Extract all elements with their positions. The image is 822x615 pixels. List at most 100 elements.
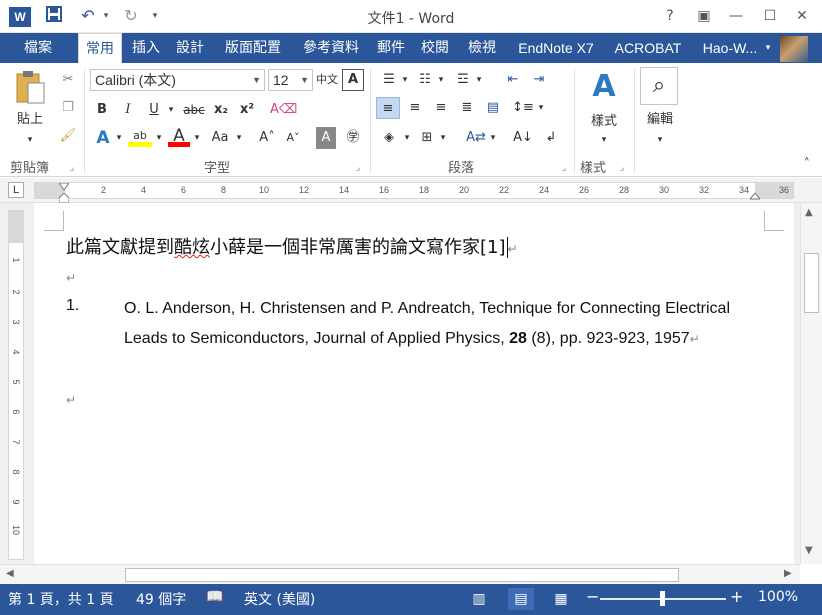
paste-button[interactable]: 貼上 [10,109,50,131]
vertical-scrollbar[interactable]: ▲ ▼ [800,203,822,564]
show-hide-marks-icon[interactable]: ↲ [540,127,562,149]
tab-mailings[interactable]: 郵件 [370,33,412,63]
proofing-icon[interactable]: 📖 [206,589,223,605]
zoom-slider-knob[interactable] [660,591,665,606]
first-line-indent-marker[interactable] [58,180,70,191]
page-count[interactable]: 第 1 頁，共 1 頁 [8,589,114,609]
scroll-up-icon[interactable]: ▲ [805,207,813,218]
text-effects-dropdown-icon[interactable]: ▾ [114,127,124,149]
font-color-icon[interactable]: A [168,125,190,147]
print-layout-icon[interactable]: ▤ [508,588,534,610]
align-right-icon[interactable]: ≡ [430,97,452,119]
user-name[interactable]: Hao-W... [692,33,768,63]
vertical-scroll-thumb[interactable] [804,253,819,313]
phonetic-guide-icon[interactable]: 中文 [316,69,338,91]
binoculars-icon[interactable]: ⌕ [640,67,678,105]
horizontal-scroll-thumb[interactable] [125,568,679,582]
italic-icon[interactable]: I [118,99,138,121]
font-size-select[interactable]: 12 ▼ [268,69,313,91]
superscript-icon[interactable]: x² [236,99,258,121]
asian-layout-icon[interactable]: A⇄ [464,127,488,149]
change-case-icon[interactable]: Aa [208,127,232,149]
numbering-dropdown-icon[interactable]: ▾ [436,69,446,91]
multilevel-list-icon[interactable]: ☲ [452,69,474,91]
shrink-font-icon[interactable]: A˅ [282,127,304,149]
zoom-level[interactable]: 100% [758,589,798,605]
user-dropdown-icon[interactable]: ▾ [762,33,774,63]
right-indent-marker[interactable] [748,192,762,202]
grow-font-icon[interactable]: A˄ [256,127,278,149]
web-layout-icon[interactable]: ▦ [548,588,574,610]
hanging-indent-marker[interactable] [58,192,70,204]
styles-icon[interactable]: A [584,69,624,109]
tab-endnote[interactable]: EndNote X7 [508,33,604,63]
avatar[interactable] [780,36,808,62]
character-border-icon[interactable]: A [342,69,364,91]
strikethrough-icon[interactable]: abc [180,99,208,121]
reference-entry[interactable]: O. L. Anderson, H. Christensen and P. An… [124,294,764,354]
clear-formatting-icon[interactable]: A⌫ [270,99,297,121]
spelling-error-text[interactable]: 酷炫 [174,237,210,258]
font-launcher-icon[interactable]: ⌟ [352,157,364,179]
collapse-ribbon-icon[interactable]: ˄ [804,157,811,172]
paste-icon[interactable] [14,69,48,107]
cut-icon[interactable]: ✂ [58,69,78,91]
decrease-indent-icon[interactable]: ⇤ [502,69,524,91]
zoom-in-button[interactable]: + [730,587,743,606]
highlight-dropdown-icon[interactable]: ▾ [154,127,164,149]
font-color-dropdown-icon[interactable]: ▾ [192,127,202,149]
numbering-icon[interactable]: ☷ [414,69,436,91]
tab-acrobat[interactable]: ACROBAT [606,33,690,63]
character-shading-icon[interactable]: A [316,127,336,149]
bold-icon[interactable]: B [92,99,112,121]
paragraph-launcher-icon[interactable]: ⌟ [558,157,570,179]
line-spacing-icon[interactable]: ↕≡ [512,97,534,119]
tab-home[interactable]: 常用 [78,33,122,63]
change-case-dropdown-icon[interactable]: ▾ [234,127,244,149]
format-painter-icon[interactable]: 🖌 [58,125,78,147]
vertical-ruler[interactable]: 1 2 3 4 5 6 7 8 9 10 [8,210,24,560]
sort-icon[interactable]: A↓ [512,127,534,149]
enclose-characters-icon[interactable]: ㊫ [342,127,364,149]
distributed-icon[interactable]: ▤ [482,97,504,119]
scroll-right-icon[interactable]: ▶ [784,568,792,579]
horizontal-scrollbar[interactable]: ◀ ▶ [0,564,800,584]
line-spacing-dropdown-icon[interactable]: ▾ [536,97,546,119]
body-paragraph[interactable]: 此篇文獻提到酷炫小薛是一個非常厲害的論文寫作家[1] ↵ [66,233,518,259]
language-indicator[interactable]: 英文 (美國) [244,589,315,609]
editing-dropdown-icon[interactable]: ▾ [654,129,666,151]
tab-review[interactable]: 校閱 [414,33,456,63]
font-name-select[interactable]: Calibri (本文) ▼ [90,69,265,91]
tab-references[interactable]: 參考資料 [294,33,368,63]
align-left-icon[interactable]: ≡ [376,97,400,119]
underline-dropdown-icon[interactable]: ▾ [166,99,176,121]
paste-dropdown-icon[interactable]: ▾ [24,129,36,151]
bullets-icon[interactable]: ☰ [378,69,400,91]
text-effects-icon[interactable]: A [92,127,114,149]
styles-launcher-icon[interactable]: ⌟ [616,157,628,179]
editing-button[interactable]: 編輯 [640,109,680,131]
word-count[interactable]: 49 個字 [136,589,186,609]
zoom-out-button[interactable]: − [586,587,599,606]
maximize-button[interactable]: ☐ [756,6,784,26]
underline-icon[interactable]: U [144,99,164,121]
borders-dropdown-icon[interactable]: ▾ [438,127,448,149]
tab-layout[interactable]: 版面配置 [216,33,290,63]
minimize-button[interactable]: — [722,6,750,26]
tab-view[interactable]: 檢視 [460,33,504,63]
bullets-dropdown-icon[interactable]: ▾ [400,69,410,91]
close-button[interactable]: ✕ [788,6,816,26]
scroll-left-icon[interactable]: ◀ [6,568,14,579]
document-page[interactable]: 此篇文獻提到酷炫小薛是一個非常厲害的論文寫作家[1] ↵ ↵ 1. O. L. A… [34,203,794,564]
subscript-icon[interactable]: x₂ [210,99,232,121]
tab-insert[interactable]: 插入 [126,33,166,63]
tab-selector-button[interactable]: L [8,182,24,198]
shading-dropdown-icon[interactable]: ▾ [402,127,412,149]
align-center-icon[interactable]: ≡ [404,97,426,119]
scroll-down-icon[interactable]: ▼ [805,545,813,556]
clipboard-launcher-icon[interactable]: ⌟ [66,157,78,179]
tab-design[interactable]: 設計 [170,33,210,63]
read-mode-icon[interactable]: ▥ [466,588,492,610]
increase-indent-icon[interactable]: ⇥ [528,69,550,91]
ribbon-display-options-button[interactable]: ▣ [690,6,718,26]
